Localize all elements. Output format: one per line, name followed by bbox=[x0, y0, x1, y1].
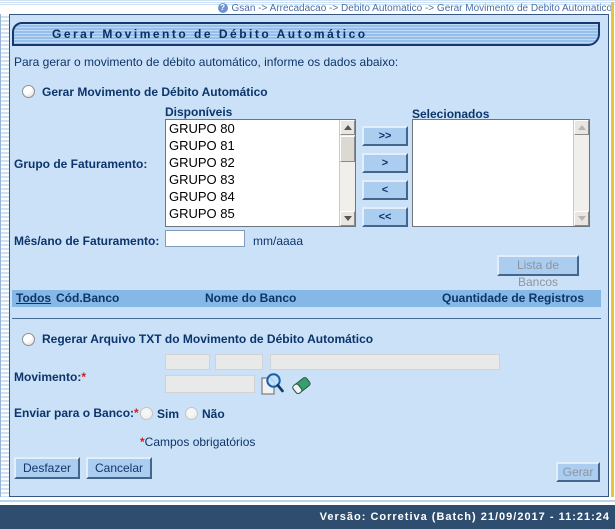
scroll-up-icon[interactable] bbox=[340, 120, 355, 135]
move-left-button[interactable]: < bbox=[362, 180, 408, 200]
eraser-icon[interactable] bbox=[290, 373, 312, 397]
grupo-faturamento-label: Grupo de Faturamento: bbox=[14, 157, 148, 171]
right-frame-decor bbox=[611, 2, 614, 497]
gerar-button[interactable]: Gerar bbox=[556, 462, 600, 482]
mes-ano-label: Mês/ano de Faturamento: bbox=[14, 234, 160, 248]
version-footer: Versão: Corretiva (Batch) 21/09/2017 - 1… bbox=[0, 505, 615, 529]
radio-nao[interactable] bbox=[185, 407, 198, 420]
disponiveis-label: Disponíveis bbox=[165, 105, 233, 119]
list-item[interactable]: GRUPO 82 bbox=[166, 154, 339, 171]
radio-gerar-movimento-label: Gerar Movimento de Débito Automático bbox=[42, 85, 268, 99]
disponiveis-listbox[interactable]: GRUPO 80 GRUPO 81 GRUPO 82 GRUPO 83 GRUPO 84… bbox=[165, 119, 356, 227]
main-panel: Gerar Movimento de Débito Automático Par… bbox=[10, 14, 609, 497]
list-item[interactable]: GRUPO 81 bbox=[166, 137, 339, 154]
radio-nao-label: Não bbox=[202, 407, 225, 421]
footer-divider bbox=[0, 500, 615, 502]
left-frame-decor bbox=[0, 14, 10, 497]
mes-ano-hint: mm/aaaa bbox=[253, 234, 304, 248]
scroll-down-icon[interactable] bbox=[574, 211, 589, 226]
movimento-field-4[interactable] bbox=[165, 375, 255, 393]
movimento-label: Movimento:* bbox=[14, 370, 87, 384]
list-item[interactable]: GRUPO 80 bbox=[166, 120, 339, 137]
disponiveis-options[interactable]: GRUPO 80 GRUPO 81 GRUPO 82 GRUPO 83 GRUPO 84… bbox=[166, 120, 339, 226]
search-icon[interactable] bbox=[260, 371, 284, 397]
todos-link[interactable]: Todos bbox=[16, 291, 51, 305]
movimento-field-2[interactable] bbox=[215, 354, 263, 370]
page-title: Gerar Movimento de Débito Automático bbox=[12, 22, 600, 46]
disponiveis-scrollbar[interactable] bbox=[339, 120, 355, 226]
movimento-field-3[interactable] bbox=[270, 354, 500, 370]
radio-sim[interactable] bbox=[140, 407, 153, 420]
move-all-right-button[interactable]: >> bbox=[362, 126, 408, 146]
required-fields-note: *Campos obrigatórios bbox=[140, 435, 256, 449]
col-nome-banco: Nome do Banco bbox=[205, 291, 297, 305]
scroll-up-icon[interactable] bbox=[574, 120, 589, 135]
desfazer-button[interactable]: Desfazer bbox=[14, 457, 80, 479]
col-quantidade: Quantidade de Registros bbox=[442, 291, 585, 305]
gsan-window: ? Gsan -> Arrecadacao -> Debito Automati… bbox=[0, 0, 615, 529]
list-item[interactable]: GRUPO 84 bbox=[166, 188, 339, 205]
selecionados-scrollbar[interactable] bbox=[573, 120, 589, 226]
move-right-button[interactable]: > bbox=[362, 153, 408, 173]
col-cod-banco: Cód.Banco bbox=[56, 291, 120, 305]
breadcrumb-trail[interactable]: Gsan -> Arrecadacao -> Debito Automatico… bbox=[232, 3, 612, 14]
intro-text: Para gerar o movimento de débito automát… bbox=[14, 55, 399, 69]
enviar-banco-label: Enviar para o Banco:* bbox=[14, 406, 139, 420]
mes-ano-input[interactable] bbox=[165, 230, 245, 247]
radio-regerar-txt[interactable] bbox=[22, 333, 35, 346]
move-all-left-button[interactable]: << bbox=[362, 207, 408, 227]
list-item[interactable]: GRUPO 85 bbox=[166, 205, 339, 222]
required-asterisk: * bbox=[134, 406, 139, 420]
help-icon[interactable]: ? bbox=[217, 3, 228, 13]
lista-bancos-button[interactable]: Lista de Bancos bbox=[497, 255, 579, 289]
banks-table-header: Todos Cód.Banco Nome do Banco Quantidade… bbox=[12, 290, 601, 307]
required-asterisk: * bbox=[81, 370, 87, 384]
scroll-down-icon[interactable] bbox=[340, 211, 355, 226]
selecionados-listbox[interactable] bbox=[412, 119, 590, 227]
breadcrumb[interactable]: ? Gsan -> Arrecadacao -> Debito Automati… bbox=[217, 2, 612, 14]
section-divider bbox=[12, 318, 601, 319]
scrollbar-thumb[interactable] bbox=[340, 136, 355, 162]
cancelar-button[interactable]: Cancelar bbox=[86, 457, 152, 479]
radio-gerar-movimento[interactable] bbox=[22, 85, 35, 98]
list-item[interactable]: GRUPO 83 bbox=[166, 171, 339, 188]
selecionados-options[interactable] bbox=[413, 120, 573, 226]
movimento-field-1[interactable] bbox=[165, 354, 210, 370]
radio-sim-label: Sim bbox=[157, 407, 180, 421]
radio-regerar-txt-label: Regerar Arquivo TXT do Movimento de Débi… bbox=[42, 332, 374, 346]
